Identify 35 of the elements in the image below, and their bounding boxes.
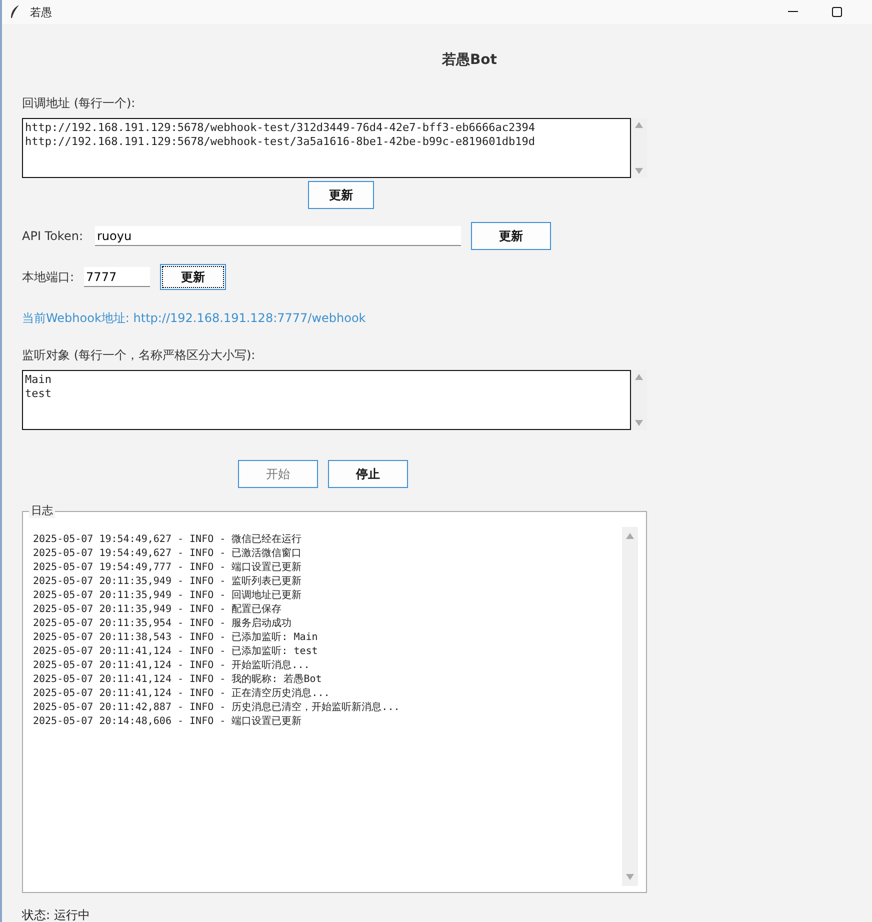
log-line: 2025-05-07 20:14:48,606 - INFO - 端口设置已更新	[33, 715, 303, 729]
port-field[interactable]: 7777	[84, 267, 150, 287]
field-label: API Token:	[22, 229, 83, 243]
token-field[interactable]: ruoyu	[94, 226, 461, 246]
feather-icon	[10, 5, 20, 19]
log-title: 日志	[29, 504, 55, 518]
callback-text-area[interactable]: http://192.168.191.129:5678/webhook-test/312d3449-76d4-42e7-bff3-eb6666ac2394 http://192.168.191.129:5678/webhook-test/3a5a1616-8be1-42be-b99c-e819601db19d	[22, 118, 631, 178]
listen-text-area[interactable]: Main test	[22, 370, 631, 430]
update-button[interactable]: 更新	[160, 264, 226, 290]
log-line: 2025-05-07 20:11:35,949 - INFO - 配置已保存	[33, 603, 283, 617]
app-heading: 若愚Bot	[442, 51, 497, 69]
log-line: 2025-05-07 19:54:49,627 - INFO - 已激活微信窗口	[33, 547, 303, 561]
log-line: 2025-05-07 20:11:42,887 - INFO - 历史消息已清空，开始监听新消息...	[33, 701, 401, 715]
window-title: 若愚	[30, 4, 52, 20]
log-line: 2025-05-07 20:11:41,124 - INFO - 开始监听消息...	[33, 659, 311, 673]
field-label: 回调地址 (每行一个):	[22, 95, 136, 112]
log-line: 2025-05-07 20:11:35,949 - INFO - 监听列表已更新	[33, 575, 303, 589]
log-line: 2025-05-07 20:11:41,124 - INFO - 正在清空历史消息...	[33, 687, 331, 701]
log-line: 2025-05-07 19:54:49,627 - INFO - 微信已经在运行	[33, 533, 303, 547]
log-line: 2025-05-07 20:11:41,124 - INFO - 我的昵称: 若愚Bot	[33, 673, 323, 687]
log-line: 2025-05-07 20:11:35,954 - INFO - 服务启动成功	[33, 617, 293, 631]
scrollbar[interactable]	[622, 527, 638, 886]
log-line: 2025-05-07 19:54:49,777 - INFO - 端口设置已更新	[33, 561, 303, 575]
status-text: 状态: 运行中	[22, 907, 91, 922]
minimize-icon[interactable]	[788, 11, 798, 13]
update-button[interactable]: 更新	[470, 222, 551, 250]
log-line: 2025-05-07 20:11:41,124 - INFO - 已添加监听: test	[33, 645, 319, 659]
webhook-url-text: 当前Webhook地址: http://192.168.191.128:7777/webhook	[22, 310, 367, 327]
maximize-icon[interactable]	[832, 7, 842, 17]
log-line: 2025-05-07 20:11:35,949 - INFO - 回调地址已更新	[33, 589, 303, 603]
stop-button[interactable]: 停止	[328, 460, 408, 488]
field-label: 本地端口:	[22, 268, 74, 286]
log-line: 2025-05-07 20:11:38,543 - INFO - 已添加监听: Main	[33, 631, 319, 645]
update-button[interactable]: 更新	[308, 181, 374, 209]
field-label: 监听对象 (每行一个，名称严格区分大小写):	[22, 347, 256, 364]
